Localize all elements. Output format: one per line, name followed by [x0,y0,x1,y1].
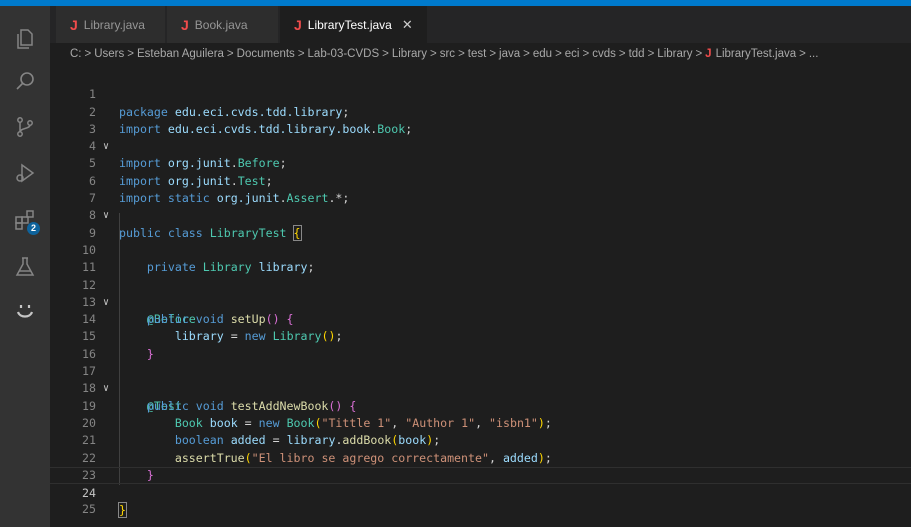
breadcrumb-item[interactable]: eci [565,48,580,60]
code-line[interactable]: 20 boolean added = library.addBook(book)… [50,398,911,447]
breadcrumb-item[interactable]: Esteban Aguilera [137,48,224,60]
chevron-right-icon: > [647,48,655,60]
breadcrumb-tail[interactable]: ... [809,48,819,60]
breadcrumb-item[interactable]: edu [533,48,552,60]
chevron-right-icon: > [618,48,626,60]
explorer-icon[interactable] [0,18,50,60]
editor-tab-bar: J Library.java J Book.java J LibraryTest… [50,6,911,43]
code-line[interactable]: 7 ∨ [50,173,911,221]
code-line[interactable]: 9 [50,207,911,240]
chevron-right-icon: > [489,48,497,60]
code-line[interactable]: 18 public void testAddNewBook() { [50,363,911,412]
code-line[interactable]: 12 ∨ @Before [50,259,911,327]
tab-label: Library.java [83,17,145,32]
code-line[interactable]: 23 [50,450,911,482]
chevron-right-icon: > [523,48,530,60]
tab-label: LibraryTest.java [307,17,392,32]
breadcrumb-item[interactable]: Documents [237,48,295,60]
code-line[interactable]: 8 public class LibraryTest { [50,190,911,241]
code-line[interactable]: 5 import org.junit.Test; [50,138,911,187]
code-line[interactable]: 11 [50,242,911,274]
chevron-right-icon: > [84,48,92,60]
chevron-right-icon: > [127,48,134,60]
breadcrumb-item[interactable]: java [499,48,520,60]
breadcrumb-file[interactable]: LibraryTest.java [716,48,797,60]
code-line[interactable]: 16 [50,329,911,361]
tab-book-java[interactable]: J Book.java [167,6,279,43]
run-debug-icon[interactable] [0,152,50,194]
breadcrumb-item[interactable]: Library [657,48,692,60]
testing-flask-icon[interactable] [0,246,50,288]
code-line-current[interactable]: 24 } [50,466,911,519]
line-number: 25 [82,502,96,517]
code-line[interactable]: 17 ∨ @Test [50,346,911,413]
code-line[interactable]: 1 package edu.eci.cvds.tdd.library; [50,69,911,118]
activity-bar: 2 [0,6,50,527]
tab-library-java[interactable]: J Library.java [56,6,166,43]
extensions-badge: 2 [27,222,40,235]
code-line[interactable]: 4 import org.junit.Before; [50,121,911,170]
chevron-right-icon: > [555,48,562,60]
breadcrumb-item[interactable]: cvds [592,48,616,60]
extensions-icon[interactable]: 2 [0,199,50,241]
breadcrumb-item[interactable]: C: [70,48,82,60]
breadcrumb-item[interactable]: src [440,48,455,60]
breadcrumb: C: > Users > Esteban Aguilera > Documents > … [50,43,911,65]
chevron-right-icon: > [458,48,465,60]
chevron-right-icon: > [799,48,806,60]
breadcrumb-item[interactable]: Lab-03-CVDS [308,48,380,60]
code-line[interactable]: 2 import edu.eci.cvds.tdd.library.book.B… [50,86,911,136]
code-line[interactable]: 6 import static org.junit.Assert.*; [50,156,911,205]
breadcrumb-item[interactable]: Library [392,48,427,60]
chevron-right-icon: > [297,48,305,60]
breadcrumb-item[interactable]: test [468,48,487,60]
java-file-icon: J [705,48,712,60]
code-line[interactable]: 14 library = new Library(); [50,294,911,343]
code-line[interactable]: 13 public void setUp() { [50,277,911,326]
breadcrumb-item[interactable]: tdd [629,48,645,60]
java-file-icon: J [70,16,78,33]
live-share-smile-icon[interactable] [0,290,50,332]
source-control-icon[interactable] [0,106,50,148]
chevron-right-icon: > [695,48,703,60]
chevron-right-icon: > [226,48,234,60]
code-line[interactable]: 19 Book book = new Book("Tittle 1", "Aut… [50,380,911,430]
code-editor[interactable]: 1 package edu.eci.cvds.tdd.library; 2 im… [50,65,911,527]
chevron-right-icon: > [430,48,437,60]
tab-librarytest-java[interactable]: J LibraryTest.java ✕ [280,6,428,43]
code-line[interactable]: 25 [50,484,911,516]
breadcrumb-item[interactable]: Users [94,48,124,60]
search-icon[interactable] [0,60,50,102]
java-file-icon: J [181,16,189,33]
code-line[interactable]: 3 ∨ [50,104,911,152]
chevron-right-icon: > [582,48,590,60]
tab-label: Book.java [194,17,248,32]
java-file-icon: J [294,16,302,33]
close-icon[interactable]: ✕ [402,17,413,33]
chevron-right-icon: > [382,48,389,60]
code-line[interactable]: 10 private Library library; [50,225,911,274]
code-line[interactable]: 15 } [50,311,911,360]
code-line[interactable]: 21 assertTrue("El libro se agrego correc… [50,415,911,464]
code-line[interactable]: 22 } [50,432,911,482]
